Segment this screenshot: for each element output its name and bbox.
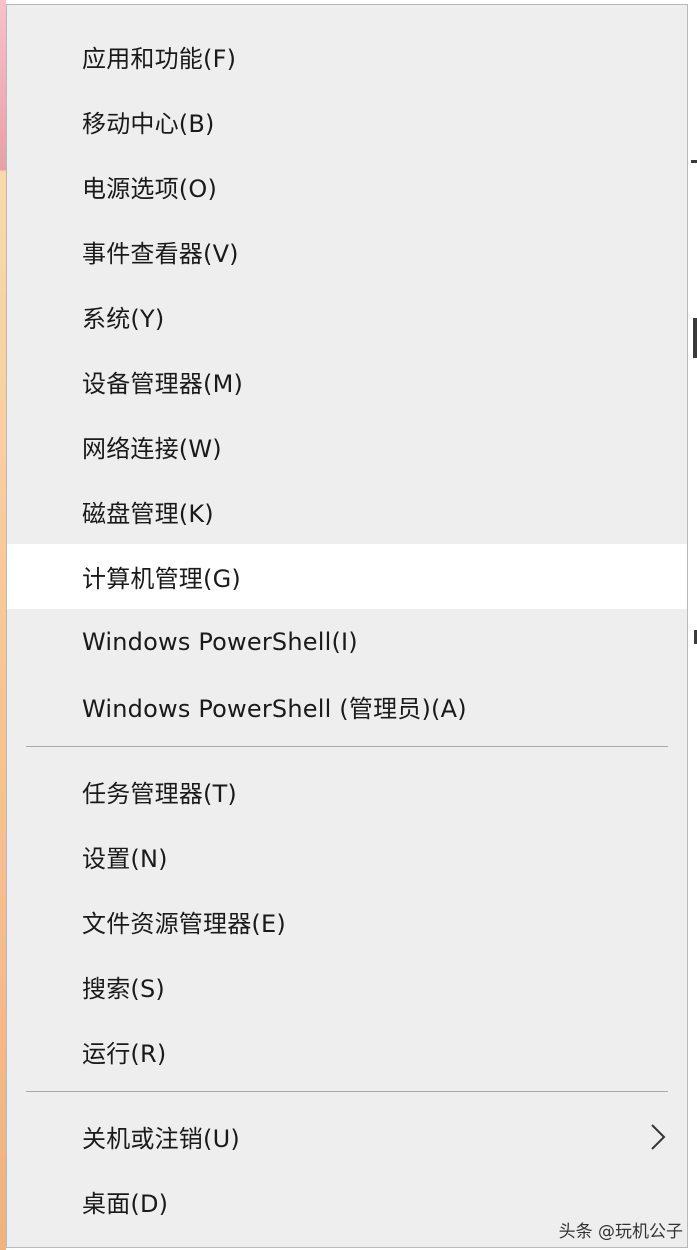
menu-item-label: Windows PowerShell(I): [82, 627, 358, 656]
menu-separator: [26, 746, 668, 747]
menu-item-powershell-admin[interactable]: Windows PowerShell (管理员)(A): [7, 674, 687, 739]
menu-item-event-viewer[interactable]: 事件查看器(V): [7, 219, 687, 284]
winx-context-menu: 应用和功能(F) 移动中心(B) 电源选项(O) 事件查看器(V) 系统(Y) …: [6, 4, 688, 1248]
menu-item-task-manager[interactable]: 任务管理器(T): [7, 759, 687, 824]
menu-item-device-manager[interactable]: 设备管理器(M): [7, 349, 687, 414]
desktop-background-right: [688, 0, 697, 1250]
menu-item-mobility-center[interactable]: 移动中心(B): [7, 89, 687, 154]
menu-item-label: 事件查看器(V): [82, 240, 239, 268]
menu-separator: [26, 1091, 668, 1092]
menu-item-network-connections[interactable]: 网络连接(W): [7, 414, 687, 479]
menu-item-system[interactable]: 系统(Y): [7, 284, 687, 349]
menu-item-shutdown-signout[interactable]: 关机或注销(U): [7, 1104, 687, 1169]
menu-item-power-options[interactable]: 电源选项(O): [7, 154, 687, 219]
menu-item-disk-management[interactable]: 磁盘管理(K): [7, 479, 687, 544]
watermark: 头条 @玩机公子: [558, 1222, 683, 1242]
menu-item-label: 移动中心(B): [82, 110, 215, 138]
menu-item-label: 电源选项(O): [82, 175, 218, 203]
menu-item-label: 运行(R): [82, 1040, 167, 1068]
chevron-right-icon: [651, 1123, 666, 1150]
menu-item-search[interactable]: 搜索(S): [7, 954, 687, 1019]
screen: 应用和功能(F) 移动中心(B) 电源选项(O) 事件查看器(V) 系统(Y) …: [0, 0, 697, 1250]
menu-item-label: 搜索(S): [82, 975, 165, 1003]
menu-item-label: Windows PowerShell (管理员)(A): [82, 695, 467, 723]
menu-item-computer-management[interactable]: 计算机管理(G): [7, 544, 687, 609]
menu-item-label: 磁盘管理(K): [82, 500, 214, 528]
menu-item-label: 桌面(D): [82, 1190, 169, 1218]
menu-item-label: 设备管理器(M): [82, 370, 244, 398]
background-mark: [693, 318, 697, 358]
menu-item-label: 系统(Y): [82, 305, 165, 333]
menu-item-file-explorer[interactable]: 文件资源管理器(E): [7, 889, 687, 954]
menu-item-settings[interactable]: 设置(N): [7, 824, 687, 889]
menu-item-label: 计算机管理(G): [82, 565, 241, 593]
background-mark: [691, 160, 697, 163]
menu-item-run[interactable]: 运行(R): [7, 1019, 687, 1084]
menu-item-label: 关机或注销(U): [82, 1125, 240, 1153]
menu-item-label: 网络连接(W): [82, 435, 222, 463]
menu-item-label: 文件资源管理器(E): [82, 910, 286, 938]
menu-item-label: 应用和功能(F): [82, 45, 237, 73]
menu-item-label: 设置(N): [82, 845, 168, 873]
menu-item-label: 任务管理器(T): [82, 780, 237, 808]
menu-item-apps-features[interactable]: 应用和功能(F): [7, 24, 687, 89]
menu-item-powershell[interactable]: Windows PowerShell(I): [7, 609, 687, 674]
